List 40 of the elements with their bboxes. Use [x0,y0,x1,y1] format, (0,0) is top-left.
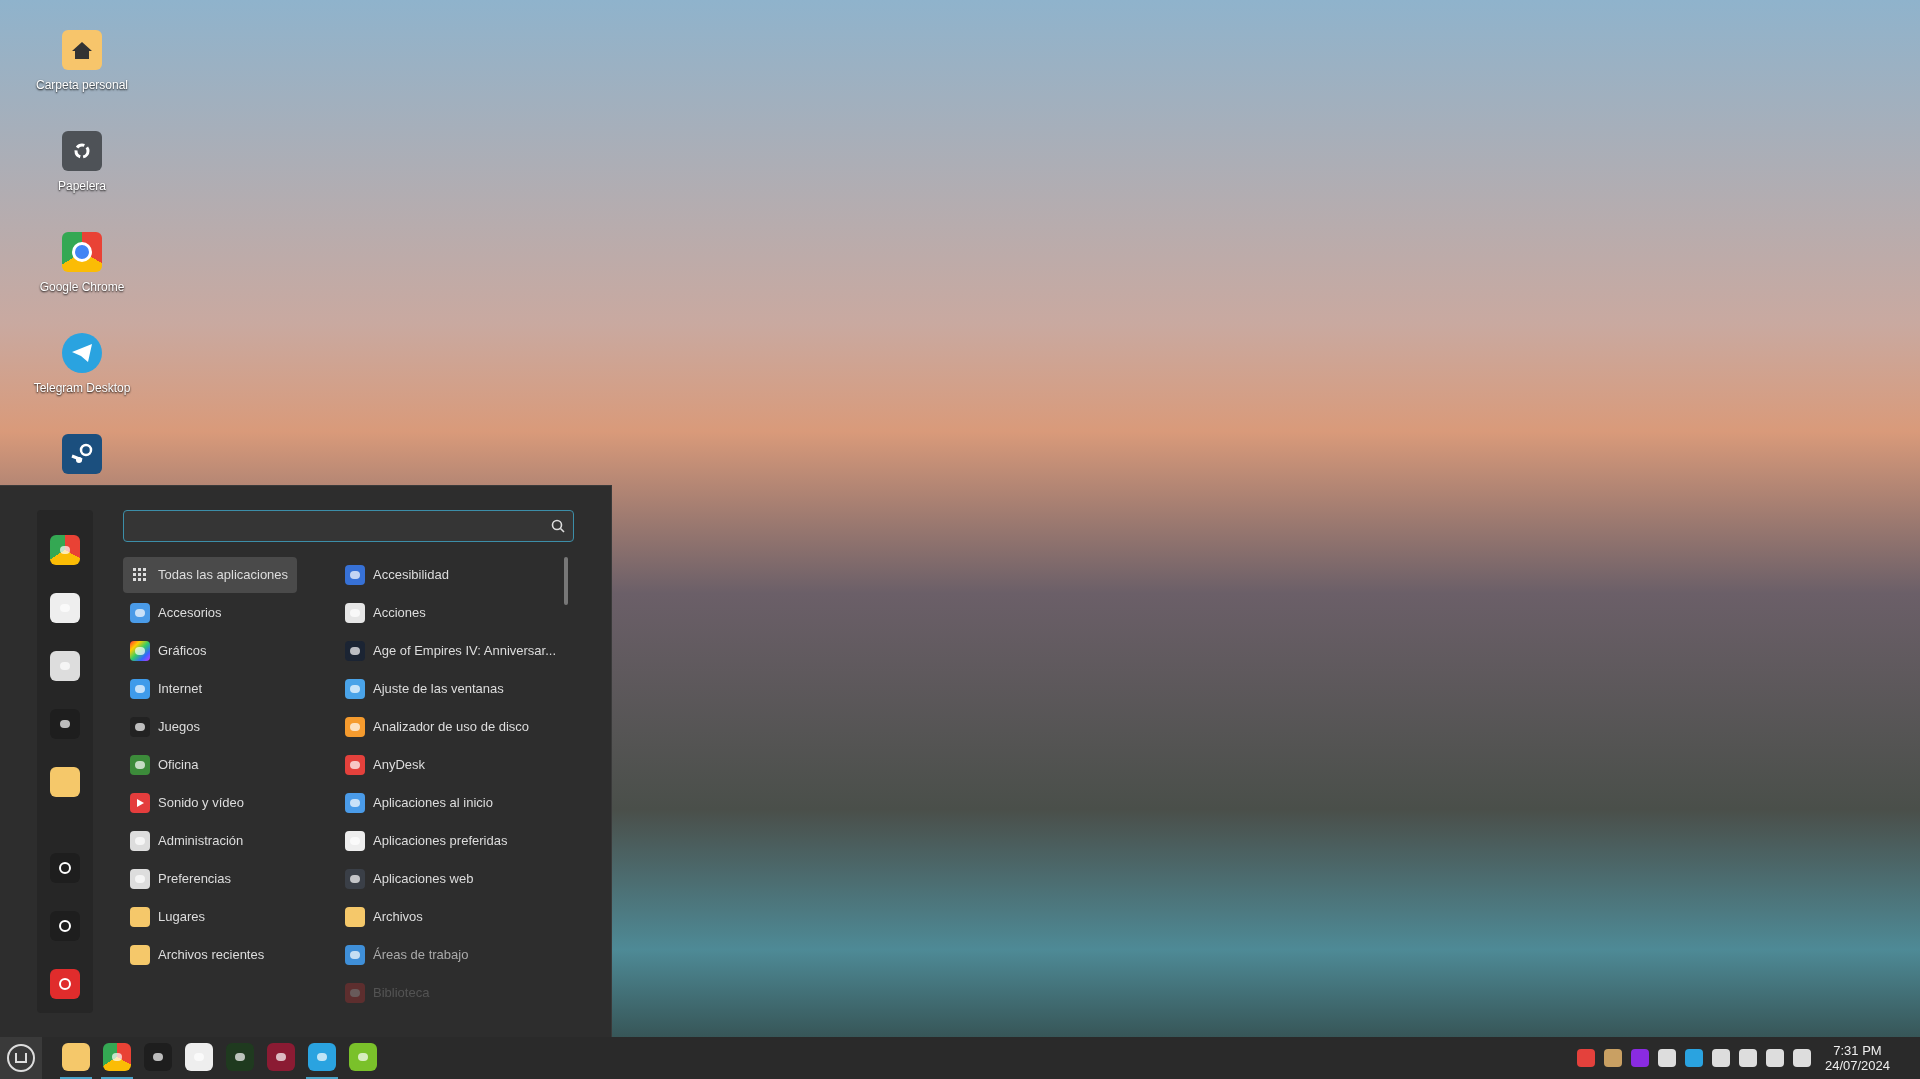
mint-logo-icon [7,1044,35,1072]
app-item[interactable]: Aplicaciones web [343,861,574,897]
app-item[interactable]: Accesibilidad [343,557,574,593]
category-item[interactable]: Sonido y vídeo [123,785,297,821]
app-item[interactable]: Aplicaciones preferidas [343,823,574,859]
app-item[interactable]: Aplicaciones al inicio [343,785,574,821]
category-item[interactable]: Preferencias [123,861,297,897]
desktop-icon-label: Papelera [57,178,106,195]
trash-icon[interactable] [62,131,102,171]
category-item[interactable]: Administración [123,823,297,859]
menu-button[interactable] [0,1037,42,1079]
app-item[interactable]: Archivos [343,899,574,935]
desktop-icon-label: Carpeta personal [35,77,129,94]
app-item[interactable]: Acciones [343,595,574,631]
chrome-icon [50,535,80,565]
app-item[interactable]: Analizador de uso de disco [343,709,574,745]
clock-date: 24/07/2024 [1824,1058,1890,1073]
chrome-icon[interactable] [62,232,102,272]
home-folder-icon[interactable] [62,30,102,70]
category-item[interactable]: Todas las aplicaciones [123,557,297,593]
search-field[interactable] [123,510,574,542]
play-icon [130,793,150,813]
scrollbar-thumb[interactable] [564,557,568,605]
clock-time: 7:31 PM [1833,1043,1882,1058]
app-item[interactable]: Ajuste de las ventanas [343,671,574,707]
category-item[interactable]: Lugares [123,899,297,935]
category-item[interactable]: Oficina [123,747,297,783]
app-item[interactable]: Áreas de trabajo [343,937,574,973]
rainbow-icon [130,641,150,661]
desktop-icon-label: Telegram Desktop [33,380,131,397]
category-item[interactable]: Accesorios [123,595,297,631]
app-item[interactable]: Age of Empires IV: Anniversar... [343,633,574,669]
category-item[interactable]: Juegos [123,709,297,745]
search-icon [551,519,565,533]
app-item[interactable]: AnyDesk [343,747,574,783]
desktop-icon-label: Google Chrome [39,279,125,296]
category-item[interactable]: Archivos recientes [123,937,297,973]
category-item[interactable]: Internet [123,671,297,707]
category-item[interactable]: Gráficos [123,633,297,669]
chrome-icon [103,1043,131,1071]
